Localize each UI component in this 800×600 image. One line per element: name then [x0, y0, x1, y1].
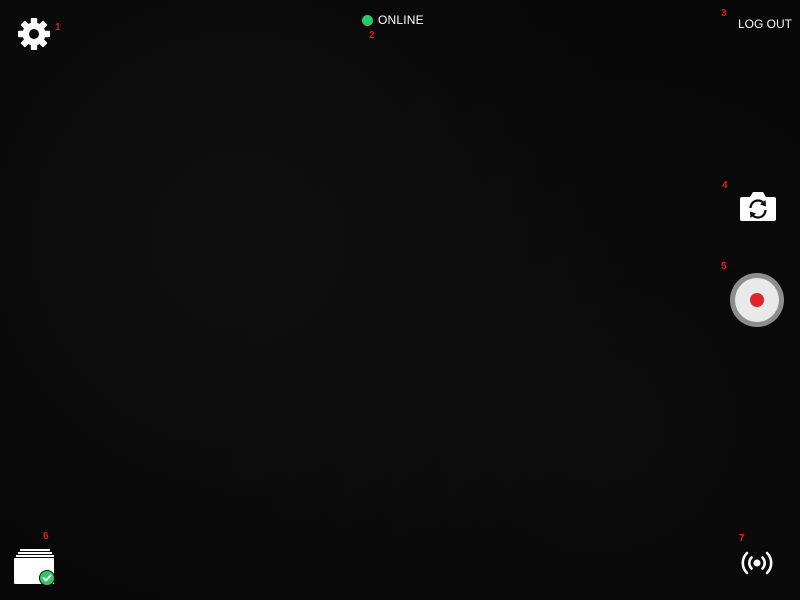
annotation-marker-1: 1: [55, 22, 61, 33]
annotation-marker-5: 5: [721, 261, 727, 272]
annotation-marker-6: 6: [43, 531, 49, 542]
camera-switch-icon: [740, 192, 776, 221]
gallery-stack-icon: [14, 549, 55, 586]
broadcast-button[interactable]: [740, 548, 774, 578]
record-button[interactable]: [730, 273, 784, 327]
record-dot: [750, 293, 764, 307]
gear-icon: [18, 18, 50, 50]
annotation-marker-7: 7: [739, 533, 745, 544]
switch-camera-button[interactable]: [736, 190, 780, 224]
connection-status: ONLINE: [362, 12, 424, 28]
annotation-marker-4: 4: [722, 180, 728, 191]
annotation-marker-2: 2: [369, 30, 375, 41]
logout-button[interactable]: LOG OUT: [738, 17, 792, 33]
broadcast-icon: [741, 551, 773, 575]
settings-button[interactable]: [16, 16, 52, 52]
annotation-marker-3: 3: [721, 8, 727, 19]
record-icon: [735, 278, 779, 322]
status-label: ONLINE: [378, 13, 424, 27]
gallery-button[interactable]: [12, 546, 58, 588]
status-dot-icon: [362, 14, 373, 26]
camera-viewfinder: 1 ONLINE 2 3 LOG OUT 4 5 6 7: [0, 0, 800, 600]
